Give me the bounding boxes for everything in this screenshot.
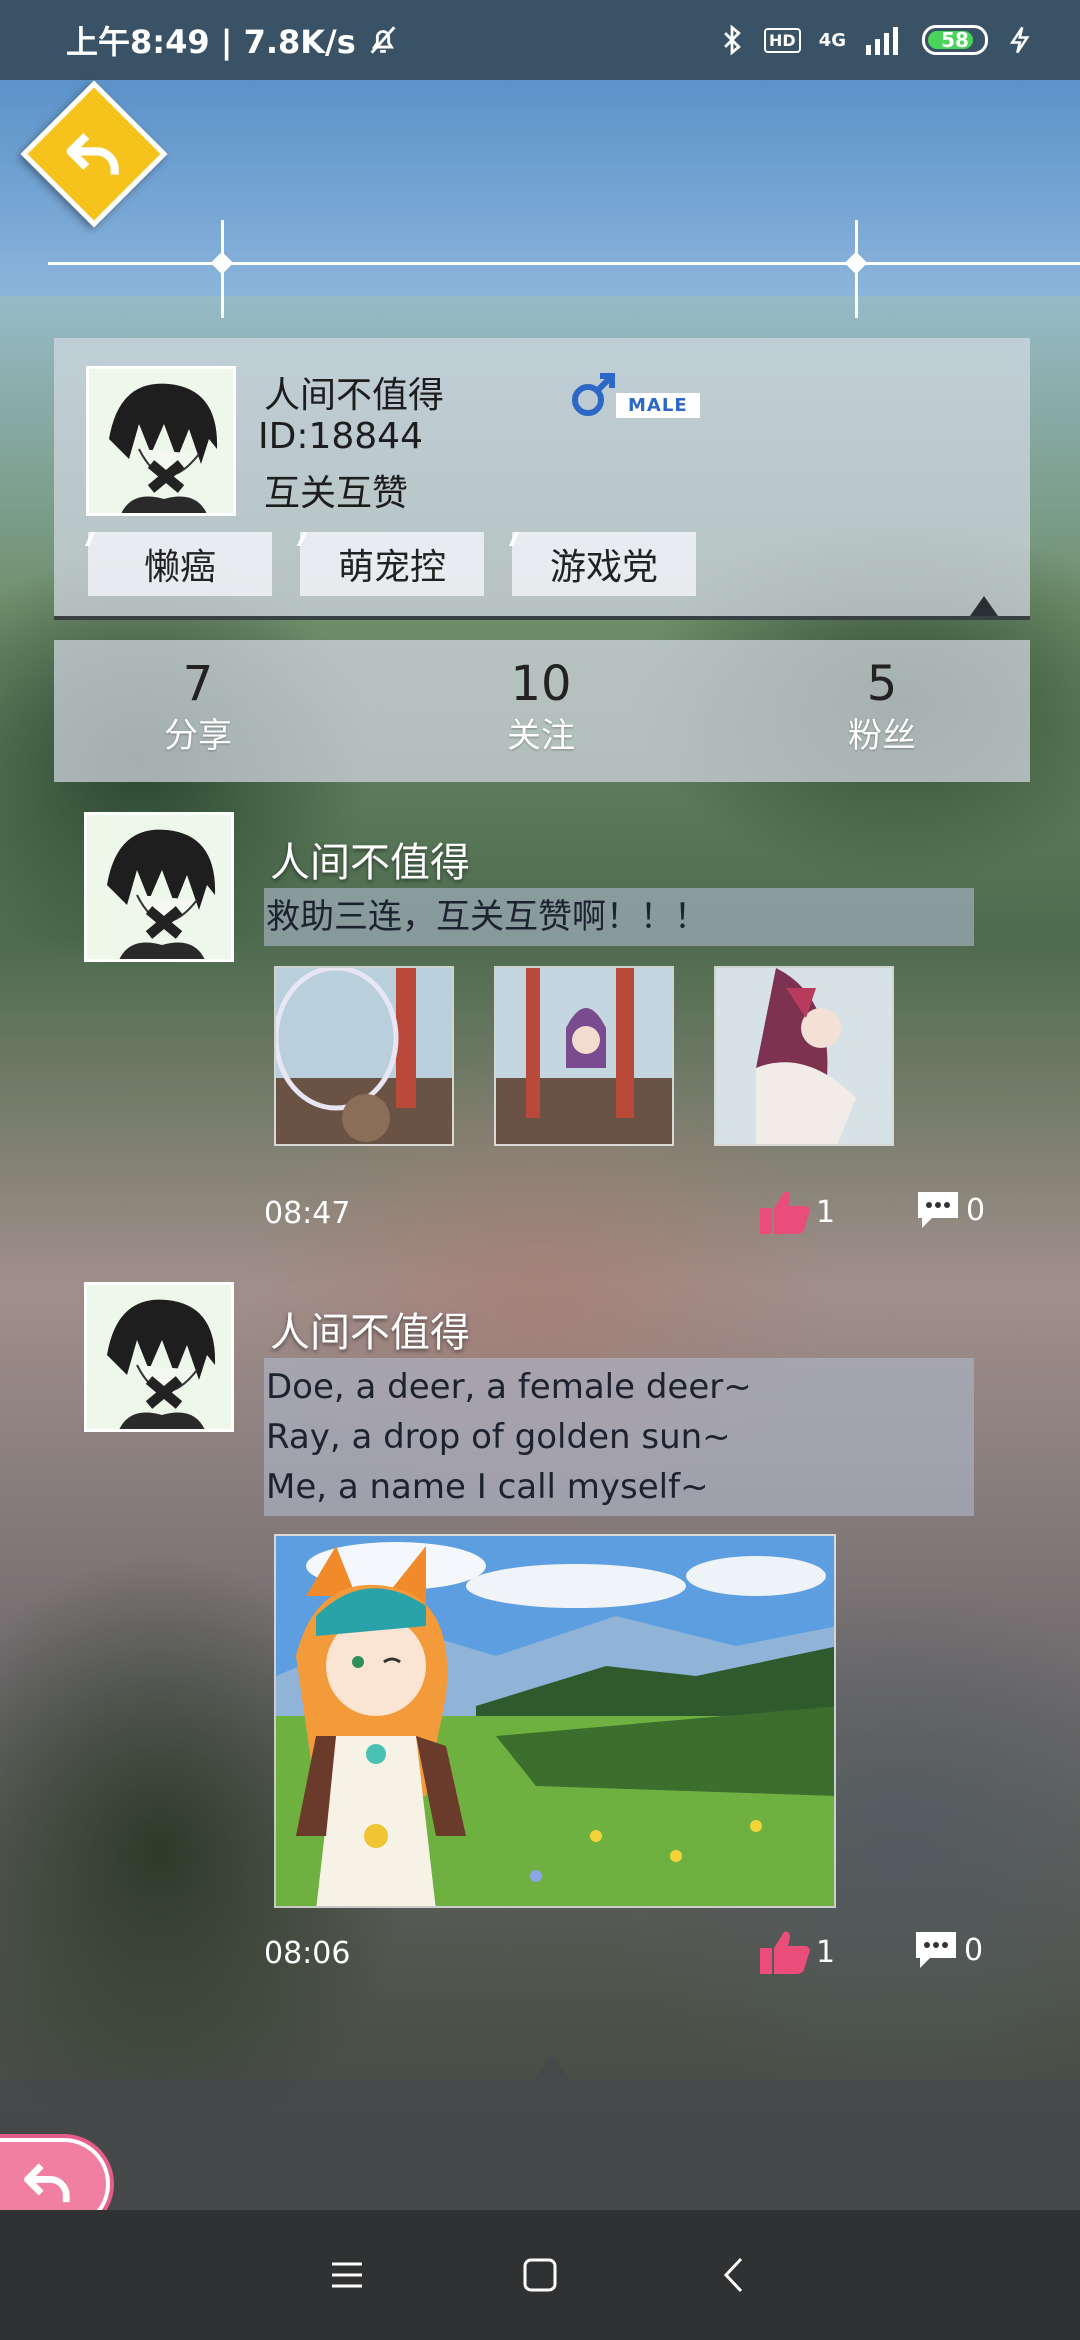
battery-indicator: 58 [922,25,988,55]
status-bar: 上午8:49 | 7.8K/s HD 4G 58 [0,0,1080,80]
stat-label: 分享 [164,716,232,756]
post-time: 08:47 [264,1196,351,1231]
comment-icon [918,1192,958,1228]
profile-motto: 互关互赞 [264,473,409,514]
stat-label: 粉丝 [848,716,916,756]
nav-menu-button[interactable] [317,2245,377,2305]
system-nav-bar [0,2210,1080,2340]
post-time: 08:06 [264,1936,351,1971]
hd-badge: HD [764,27,801,53]
stat-label: 关注 [507,716,575,756]
post-text-line: 救助三连，互关互赞啊！！！ [266,897,708,937]
menu-icon [331,2262,362,2288]
like-button[interactable]: 1 [758,1188,835,1236]
gender-label: MALE [616,393,700,418]
tag-chip[interactable]: 懒癌 [88,532,272,596]
post-text: Doe, a deer, a female deer~ Ray, a drop … [264,1358,974,1516]
profile-card: 人间不值得 MALE ID:18844 互关互赞 懒癌 萌宠控 游戏党 [54,338,1030,620]
comment-button[interactable]: 0 [914,1188,985,1232]
stat-following[interactable]: 10 关注 [441,654,641,758]
post-image[interactable] [274,1534,836,1908]
comment-count: 0 [964,1932,984,1968]
post-text-line: Doe, a deer, a female deer~ [266,1367,752,1407]
tag-chip[interactable]: 萌宠控 [300,532,484,596]
nav-back-button[interactable] [703,2245,763,2305]
card-divider [54,616,1030,620]
battery-level: 58 [941,28,969,52]
stat-shares[interactable]: 7 分享 [98,654,298,758]
stat-followers[interactable]: 5 粉丝 [782,654,982,758]
status-time-speed: 上午8:49 | 7.8K/s [66,23,356,61]
stat-value: 10 [510,656,572,712]
home-square-icon [523,2258,557,2292]
post-image-content [276,1536,834,1906]
bluetooth-icon [724,24,741,56]
mute-bell-icon [370,26,396,54]
bottom-panel [0,2080,1080,2210]
stat-value: 7 [182,656,214,712]
charging-icon [1009,26,1030,54]
avatar-illustration [87,1285,231,1429]
like-count: 1 [816,1194,836,1230]
header-divider [48,262,1080,265]
post-image[interactable] [494,966,674,1146]
profile-id: ID:18844 [258,416,423,457]
post-author: 人间不值得 [270,1310,470,1356]
avatar-illustration [87,815,231,959]
bottom-expand-caret-icon[interactable] [534,2056,570,2080]
comment-button[interactable]: 0 [912,1928,983,1972]
back-arrow-icon [24,2163,70,2203]
post-text-line: Me, a name I call myself~ [266,1467,709,1507]
post-image-content [276,968,452,1144]
signal-icon [866,27,898,55]
thumbs-up-icon [760,1191,810,1234]
nav-home-button[interactable] [510,2245,570,2305]
post-image[interactable] [274,966,454,1146]
comment-icon [916,1932,956,1968]
post-image-content [716,968,892,1144]
avatar-illustration [89,369,233,513]
male-symbol-icon [572,373,615,416]
post-avatar[interactable] [84,1282,234,1432]
tag-chip[interactable]: 游戏党 [512,532,696,596]
profile-name: 人间不值得 [264,375,445,416]
avatar[interactable] [86,366,236,516]
like-button[interactable]: 1 [758,1928,835,1976]
stat-value: 5 [866,656,898,712]
post-text-line: Ray, a drop of golden sun~ [266,1417,731,1457]
back-arrow-icon [66,132,119,175]
network-label: 4G [818,29,846,51]
like-count: 1 [816,1934,836,1970]
collapse-caret-icon[interactable] [970,596,998,616]
stats-bar: 7 分享 10 关注 5 粉丝 [54,640,1030,782]
post-image[interactable] [714,966,894,1146]
thumbs-up-icon [760,1931,810,1974]
post-text: 救助三连，互关互赞啊！！！ [264,888,974,946]
chevron-left-icon [724,2257,743,2293]
post-image-content [496,968,672,1144]
post-author: 人间不值得 [270,840,470,886]
post-avatar[interactable] [84,812,234,962]
gender-badge: MALE [568,370,700,418]
comment-count: 0 [966,1192,986,1228]
